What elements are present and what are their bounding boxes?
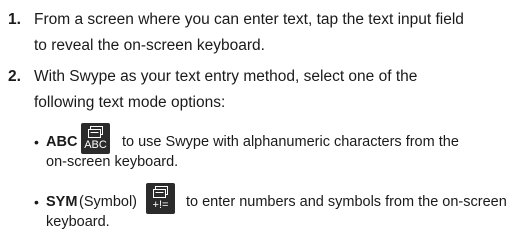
option-description-continued: on-screen keyboard. <box>46 154 179 170</box>
bullet-dot: • <box>34 134 39 150</box>
keyboard-icon <box>88 126 103 138</box>
instruction-document: 1. From a screen where you can enter tex… <box>0 0 529 245</box>
option-keyword-note: (Symbol) <box>79 194 138 210</box>
option-description: to enter numbers and symbols from the on… <box>186 194 507 210</box>
step-line: From a screen where you can enter text, … <box>34 11 464 28</box>
step-line: With Swype as your text entry method, se… <box>34 68 418 85</box>
sym-key: +!= <box>146 183 175 214</box>
option-keyword: ABC <box>46 134 78 150</box>
step-line: to reveal the on-screen keyboard. <box>34 37 265 54</box>
option-keyword: SYM <box>46 194 78 210</box>
step-number: 1. <box>8 11 21 28</box>
bullet-dot: • <box>34 194 39 210</box>
step-text: From a screen where you can enter text, … <box>34 7 526 59</box>
step-line: following text mode options: <box>34 94 226 111</box>
key-label: ABC <box>84 139 107 151</box>
key-label: +!= <box>152 199 169 211</box>
keyboard-icon <box>153 186 168 198</box>
step-text: With Swype as your text entry method, se… <box>34 64 526 116</box>
step-number: 2. <box>8 68 21 85</box>
option-description-continued: keyboard. <box>46 214 110 230</box>
option-description: to use Swype with alphanumeric character… <box>122 134 459 150</box>
abc-key: ABC <box>81 123 110 154</box>
